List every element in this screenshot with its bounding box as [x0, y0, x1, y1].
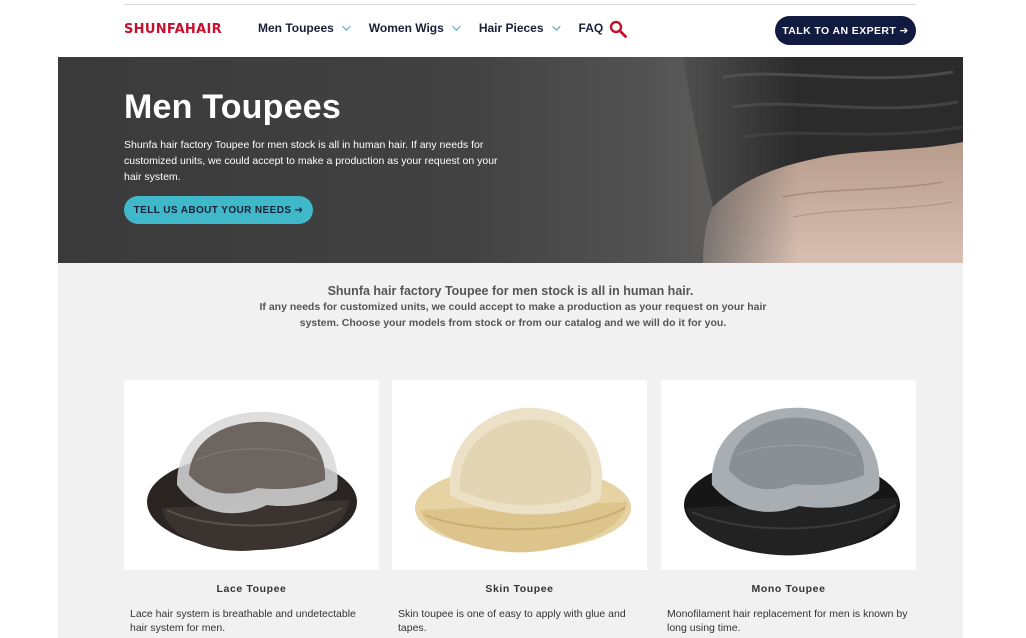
product-image-lace[interactable] [124, 380, 379, 570]
nav-item-label: Men Toupees [258, 21, 334, 35]
hero-description: Shunfa hair factory Toupee for men stock… [124, 139, 498, 183]
product-card-lace[interactable]: Lace Toupee Lace hair system is breathab… [124, 380, 379, 635]
skin-toupee-image [414, 407, 631, 553]
product-description: Skin toupee is one of easy to apply with… [398, 608, 626, 634]
product-card-skin[interactable]: Skin Toupee Skin toupee is one of easy t… [392, 380, 647, 635]
search-icon[interactable] [609, 20, 627, 38]
chevron-down-icon [451, 22, 461, 31]
header-divider [124, 4, 916, 5]
chevron-down-icon [341, 22, 351, 31]
nav-item-label: Hair Pieces [478, 21, 544, 35]
site-header: SHUNFAHAIR Men Toupees Women Wigs Hair P… [0, 0, 1026, 57]
mono-toupee-image [683, 407, 900, 556]
hero-hair-photo [663, 57, 963, 263]
content-section: Shunfa hair factory Toupee for men stock… [58, 263, 963, 638]
product-title[interactable]: Lace Toupee [124, 583, 379, 595]
hero-banner: Men Toupees Shunfa hair factory Toupee f… [58, 57, 963, 263]
chevron-down-icon [551, 22, 561, 31]
intro-body: If any needs for customized units, we co… [259, 301, 767, 329]
nav-item-label: FAQ [578, 21, 604, 35]
tell-us-needs-button[interactable]: TELL US ABOUT YOUR NEEDS ➔ [124, 196, 313, 224]
talk-to-expert-button[interactable]: TALK TO AN EXPERT ➔ [775, 16, 916, 45]
nav-item-men-toupees[interactable]: Men Toupees [258, 21, 351, 35]
site-logo[interactable]: SHUNFAHAIR [124, 22, 222, 37]
product-description: Monofilament hair replacement for men is… [667, 608, 908, 634]
product-card-mono[interactable]: Mono Toupee Monofilament hair replacemen… [661, 380, 916, 635]
page-title: Men Toupees [124, 88, 341, 126]
nav-item-label: Women Wigs [368, 21, 444, 35]
main-nav: Men Toupees Women Wigs Hair Pieces FAQ [258, 21, 624, 35]
nav-item-women-wigs[interactable]: Women Wigs [368, 21, 461, 35]
intro-heading: Shunfa hair factory Toupee for men stock… [327, 284, 694, 298]
product-image-skin[interactable] [392, 380, 647, 570]
nav-item-faq[interactable]: FAQ [579, 21, 604, 35]
product-title[interactable]: Skin Toupee [392, 583, 647, 595]
lace-toupee-image [146, 411, 357, 551]
nav-item-hair-pieces[interactable]: Hair Pieces [478, 21, 561, 35]
product-title[interactable]: Mono Toupee [661, 583, 916, 595]
product-image-mono[interactable] [661, 380, 916, 570]
product-description: Lace hair system is breathable and undet… [130, 608, 356, 634]
